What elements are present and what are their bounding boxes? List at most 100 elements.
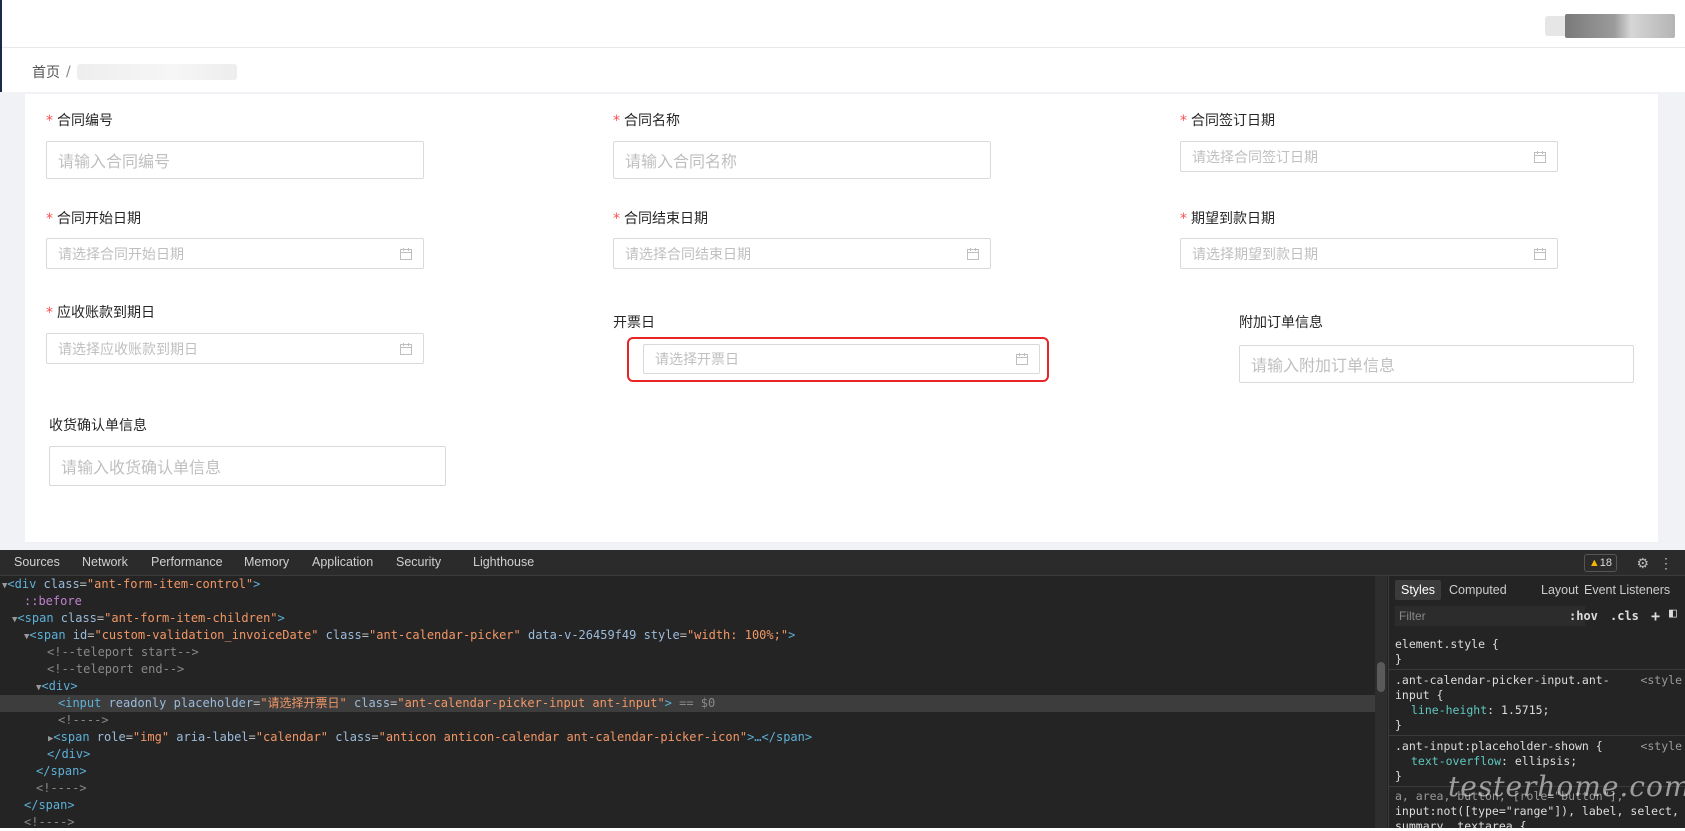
required-mark: * — [1180, 211, 1187, 227]
tab-application[interactable]: Application — [312, 555, 373, 569]
start-date-picker[interactable]: 请选择合同开始日期 — [46, 238, 424, 269]
label-invoice-date: 开票日 — [613, 315, 655, 331]
label-receipt-confirm: 收货确认单信息 — [49, 418, 147, 434]
rule-source[interactable]: <style — [1640, 673, 1682, 687]
dom-node[interactable]: </span> — [36, 763, 87, 780]
placeholder-text: 请输入合同编号 — [58, 152, 171, 171]
user-avatar-blurred[interactable] — [1565, 14, 1675, 38]
dom-comment[interactable]: <!--teleport end--> — [47, 661, 184, 678]
required-mark: * — [46, 113, 53, 129]
rule-end: } — [1395, 769, 1402, 783]
placeholder-text: 请输入收货确认单信息 — [61, 458, 222, 477]
cls-toggle[interactable]: .cls — [1610, 609, 1639, 623]
rule-source[interactable]: <style — [1640, 739, 1682, 753]
devtools-panel: Sources Network Performance Memory Appli… — [0, 550, 1685, 831]
warnings-badge[interactable]: ▲18 — [1583, 554, 1617, 572]
form-item-contract-no: * 合同编号 — [46, 111, 113, 131]
more-options-icon[interactable]: ⋮ — [1659, 555, 1673, 572]
tab-layout[interactable]: Layout — [1541, 583, 1579, 597]
tab-styles[interactable]: Styles — [1395, 580, 1442, 600]
rule-selector[interactable]: .ant-calendar-picker-input.ant- — [1395, 673, 1610, 688]
field-label: * 合同编号 — [46, 111, 113, 131]
highlight-box — [627, 337, 1049, 382]
tab-lighthouse[interactable]: Lighthouse — [473, 555, 534, 569]
end-date-picker[interactable]: 请选择合同结束日期 — [613, 238, 991, 269]
contract-name-input[interactable]: 请输入合同名称 — [613, 141, 991, 179]
dom-comment[interactable]: <!----> — [36, 780, 87, 797]
dom-comment[interactable]: <!----> — [24, 814, 75, 831]
rule-declaration[interactable]: text-overflow: ellipsis; — [1411, 754, 1577, 769]
tab-performance[interactable]: Performance — [151, 555, 223, 569]
sign-date-picker[interactable]: 请选择合同签订日期 — [1180, 141, 1558, 172]
dom-node[interactable]: </div> — [47, 746, 90, 763]
label-extra-order: 附加订单信息 — [1239, 315, 1323, 331]
placeholder-text: 请选择合同开始日期 — [58, 246, 184, 263]
breadcrumb-home[interactable]: 首页 — [32, 62, 60, 82]
breadcrumb-current-blurred — [76, 64, 237, 80]
rule-selector[interactable]: .ant-input:placeholder-shown { — [1395, 739, 1603, 754]
dom-node[interactable]: ▶<span role="img" aria-label="calendar" … — [48, 729, 812, 746]
placeholder-text: 请输入合同名称 — [625, 152, 738, 171]
placeholder-text: 请选择合同签订日期 — [1192, 149, 1318, 166]
required-mark: * — [46, 305, 53, 321]
dom-node-selected[interactable]: <input readonly placeholder="请选择开票日" cla… — [0, 695, 1375, 712]
breadcrumb-separator: / — [66, 64, 71, 80]
dom-node[interactable]: </span> — [24, 797, 75, 814]
rule-selector[interactable]: element.style { — [1395, 637, 1499, 652]
calendar-icon — [1534, 150, 1546, 163]
dom-node[interactable]: ▼<div> — [36, 678, 78, 695]
tab-event-listeners[interactable]: Event Listeners — [1584, 583, 1670, 597]
dom-pseudo[interactable]: ::before — [24, 593, 82, 610]
add-rule-icon[interactable]: + — [1651, 607, 1660, 625]
dom-comment[interactable]: <!----> — [58, 712, 109, 729]
calendar-icon — [400, 247, 412, 260]
expected-pay-date-picker[interactable]: 请选择期望到款日期 — [1180, 238, 1558, 269]
tab-security[interactable]: Security — [396, 555, 441, 569]
elements-tree: ▼<div class="ant-form-item-control"> ::b… — [0, 576, 1375, 831]
form-item-receipt-confirm: 收货确认单信息 — [49, 416, 147, 436]
watermark: testerhome.com — [1448, 770, 1685, 803]
breadcrumb: 首页 / — [32, 62, 237, 82]
form-item-extra-order: 附加订单信息 — [1239, 313, 1323, 333]
elements-scrollbar[interactable] — [1375, 576, 1387, 828]
warnings-count: 18 — [1599, 557, 1612, 569]
dom-node[interactable]: ▼<div class="ant-form-item-control"> — [2, 576, 260, 593]
extra-order-input[interactable]: 请输入附加订单信息 — [1239, 345, 1634, 383]
styles-filter-input[interactable]: Filter — [1395, 606, 1585, 626]
dom-node[interactable]: ▼<span id="custom-validation_invoiceDate… — [24, 627, 795, 644]
label-expected-pay-date: 期望到款日期 — [1191, 211, 1275, 227]
warning-icon: ▲ — [1588, 557, 1600, 569]
rule-divider — [1389, 669, 1685, 670]
rule-selector-cont: input { — [1395, 688, 1444, 702]
tab-sources[interactable]: Sources — [14, 555, 60, 569]
scrollbar-thumb[interactable] — [1377, 662, 1385, 692]
rule-end: } — [1395, 718, 1402, 732]
calendar-icon — [400, 342, 412, 355]
placeholder-text: 请选择期望到款日期 — [1192, 246, 1318, 263]
label-contract-name: 合同名称 — [624, 113, 680, 129]
form-item-contract-name: * 合同名称 — [613, 111, 680, 131]
form-item-start-date: * 合同开始日期 — [46, 209, 141, 229]
toggle-sidebar-icon[interactable]: ◧ — [1669, 606, 1677, 621]
receivable-due-picker[interactable]: 请选择应收账款到期日 — [46, 333, 424, 364]
form-item-expected-pay-date: * 期望到款日期 — [1180, 209, 1275, 229]
hov-toggle[interactable]: :hov — [1569, 609, 1598, 623]
label-sign-date: 合同签订日期 — [1191, 113, 1275, 129]
tab-network[interactable]: Network — [82, 555, 128, 569]
calendar-icon — [967, 247, 979, 260]
contract-no-input[interactable]: 请输入合同编号 — [46, 141, 424, 179]
form-item-invoice-date: 开票日 — [613, 313, 655, 333]
receipt-confirm-input[interactable]: 请输入收货确认单信息 — [49, 446, 446, 486]
rule-selector[interactable]: input:not([type="range"]), label, select… — [1395, 804, 1679, 819]
dom-node[interactable]: ▼<span class="ant-form-item-children"> — [12, 610, 285, 627]
form-item-receivable-due: * 应收账款到期日 — [46, 303, 155, 323]
settings-gear-icon[interactable]: ⚙ — [1636, 555, 1649, 572]
rule-declaration[interactable]: line-height: 1.5715; — [1411, 703, 1549, 718]
tab-computed[interactable]: Computed — [1449, 583, 1507, 597]
tab-memory[interactable]: Memory — [244, 555, 289, 569]
dom-comment[interactable]: <!--teleport start--> — [47, 644, 199, 661]
rule-selector[interactable]: summary, textarea { — [1395, 819, 1527, 828]
placeholder-text: 请输入附加订单信息 — [1251, 356, 1396, 375]
required-mark: * — [46, 211, 53, 227]
label-start-date: 合同开始日期 — [57, 211, 141, 227]
